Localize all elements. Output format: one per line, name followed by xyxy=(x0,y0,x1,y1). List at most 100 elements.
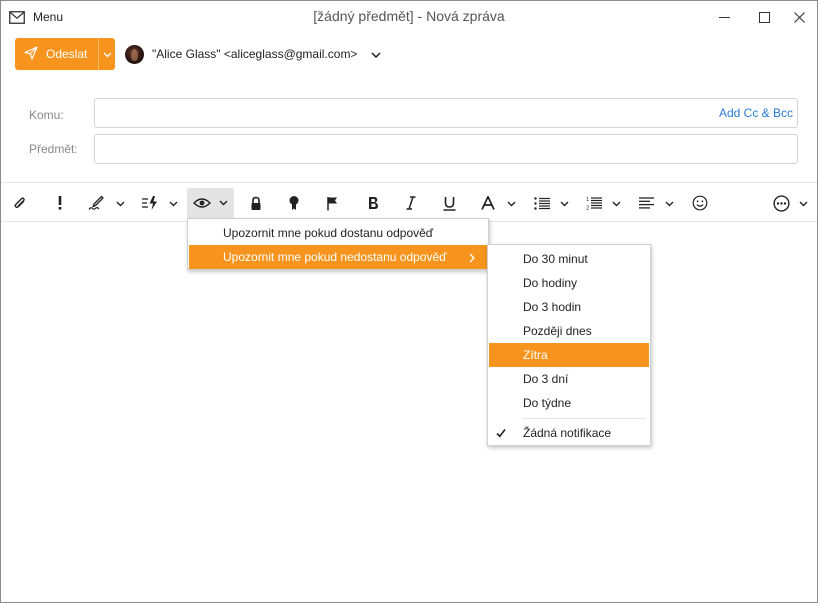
menu-item-label: Do 30 minut xyxy=(523,252,588,266)
quick-text-icon xyxy=(141,195,159,211)
menu-item-label: Upozornit mne pokud dostanu odpověď xyxy=(223,226,434,240)
font-icon xyxy=(481,196,495,210)
read-receipt-icon xyxy=(193,197,211,209)
title-bar: Menu [žádný předmět] - Nová zpráva xyxy=(1,1,817,33)
maximize-icon xyxy=(758,11,770,23)
attachment-icon xyxy=(13,195,27,211)
menu-item-later-today[interactable]: Později dnes xyxy=(489,319,649,343)
flag-button[interactable] xyxy=(319,188,345,218)
menu-button[interactable]: Menu xyxy=(9,8,63,26)
menu-item-30-minutes[interactable]: Do 30 minut xyxy=(489,247,649,271)
numbered-list-dropdown[interactable] xyxy=(609,188,623,218)
menu-item-1-hour[interactable]: Do hodiny xyxy=(489,271,649,295)
paper-plane-icon xyxy=(24,45,38,63)
svg-text:1: 1 xyxy=(586,197,589,203)
read-receipt-menu: Upozornit mne pokud dostanu odpověď Upoz… xyxy=(187,218,489,270)
send-label: Odeslat xyxy=(46,47,88,61)
signature-button[interactable] xyxy=(83,188,109,218)
align-button[interactable] xyxy=(633,188,659,218)
signature-icon xyxy=(88,195,104,211)
close-button[interactable] xyxy=(781,1,817,33)
avatar xyxy=(125,44,144,64)
font-dropdown[interactable] xyxy=(504,188,518,218)
from-address: "Alice Glass" <aliceglass@gmail.com> xyxy=(152,47,358,61)
chevron-down-icon xyxy=(116,196,125,210)
attach-button[interactable] xyxy=(7,188,33,218)
bold-button[interactable] xyxy=(359,188,387,218)
checkmark-icon xyxy=(496,427,506,441)
menu-item-no-notification[interactable]: Žádná notifikace xyxy=(489,421,649,445)
svg-text:2: 2 xyxy=(586,206,589,211)
menu-item-notify-no-reply[interactable]: Upozornit mne pokud nedostanu odpověď xyxy=(189,245,487,269)
bullet-list-icon xyxy=(534,196,550,210)
priority-icon xyxy=(57,195,63,211)
chevron-down-icon xyxy=(612,196,621,210)
message-body[interactable] xyxy=(1,222,817,602)
reminder-submenu: Do 30 minut Do hodiny Do 3 hodin Později… xyxy=(487,244,651,446)
send-options-button[interactable] xyxy=(98,38,115,70)
menu-item-label: Do 3 dní xyxy=(523,372,569,386)
menu-item-label: Žádná notifikace xyxy=(523,426,612,440)
certificate-icon xyxy=(288,195,300,211)
emoji-icon xyxy=(692,195,708,211)
chevron-down-icon xyxy=(507,196,516,210)
chevron-down-icon xyxy=(799,196,808,210)
menu-item-label: Upozornit mne pokud nedostanu odpověď xyxy=(223,250,447,264)
formatting-toolbar: 12 xyxy=(1,182,817,222)
priority-button[interactable] xyxy=(47,188,73,218)
maximize-button[interactable] xyxy=(746,1,782,33)
align-dropdown[interactable] xyxy=(662,188,676,218)
chevron-down-icon xyxy=(560,196,569,210)
minimize-icon xyxy=(718,12,730,23)
font-button[interactable] xyxy=(475,188,501,218)
from-selector[interactable]: "Alice Glass" <aliceglass@gmail.com> xyxy=(125,44,381,64)
chevron-down-icon xyxy=(665,196,674,210)
lock-icon xyxy=(250,196,262,211)
add-cc-bcc-link[interactable]: Add Cc & Bcc xyxy=(719,106,793,120)
menu-item-notify-reply[interactable]: Upozornit mne pokud dostanu odpověď xyxy=(189,221,487,245)
chevron-right-icon xyxy=(469,252,475,266)
underline-icon xyxy=(443,196,456,211)
italic-button[interactable] xyxy=(397,188,425,218)
close-icon xyxy=(793,11,805,23)
bullet-list-dropdown[interactable] xyxy=(557,188,571,218)
bold-icon xyxy=(367,196,379,210)
italic-icon xyxy=(406,196,416,210)
underline-button[interactable] xyxy=(435,188,463,218)
menu-item-label: Do 3 hodin xyxy=(523,300,582,314)
more-dropdown[interactable] xyxy=(796,188,810,218)
menu-item-3-hours[interactable]: Do 3 hodin xyxy=(489,295,649,319)
menu-item-3-days[interactable]: Do 3 dní xyxy=(489,367,649,391)
emoji-button[interactable] xyxy=(687,188,713,218)
more-icon xyxy=(772,194,790,212)
compose-window: Menu [žádný předmět] - Nová zpráva Odesl… xyxy=(0,0,818,603)
bullet-list-button[interactable] xyxy=(529,188,555,218)
menu-item-1-week[interactable]: Do týdne xyxy=(489,391,649,415)
sign-button[interactable] xyxy=(281,188,307,218)
numbered-list-button[interactable]: 12 xyxy=(581,188,607,218)
window-title: [žádný předmět] - Nová zpráva xyxy=(313,8,505,24)
to-label: Komu: xyxy=(29,108,64,122)
menu-item-label: Do hodiny xyxy=(523,276,578,290)
chevron-down-icon xyxy=(371,47,381,61)
menu-separator xyxy=(522,418,646,419)
to-field[interactable]: Add Cc & Bcc xyxy=(94,98,798,128)
menu-item-label: Do týdne xyxy=(523,396,572,410)
quick-text-dropdown[interactable] xyxy=(166,188,180,218)
send-button[interactable]: Odeslat xyxy=(15,38,98,70)
chevron-down-icon xyxy=(103,47,112,61)
minimize-button[interactable] xyxy=(706,1,742,33)
menu-item-label: Později dnes xyxy=(523,324,592,338)
send-button-group: Odeslat xyxy=(15,38,115,70)
numbered-list-icon: 12 xyxy=(586,196,602,210)
read-receipt-button[interactable] xyxy=(187,188,234,218)
signature-dropdown[interactable] xyxy=(113,188,127,218)
envelope-icon xyxy=(9,10,25,24)
subject-label: Předmět: xyxy=(29,142,78,156)
menu-item-tomorrow[interactable]: Zítra xyxy=(489,343,649,367)
subject-field[interactable] xyxy=(94,134,798,164)
encrypt-button[interactable] xyxy=(243,188,269,218)
align-icon xyxy=(638,197,654,209)
quick-text-button[interactable] xyxy=(137,188,163,218)
more-button[interactable] xyxy=(768,188,794,218)
